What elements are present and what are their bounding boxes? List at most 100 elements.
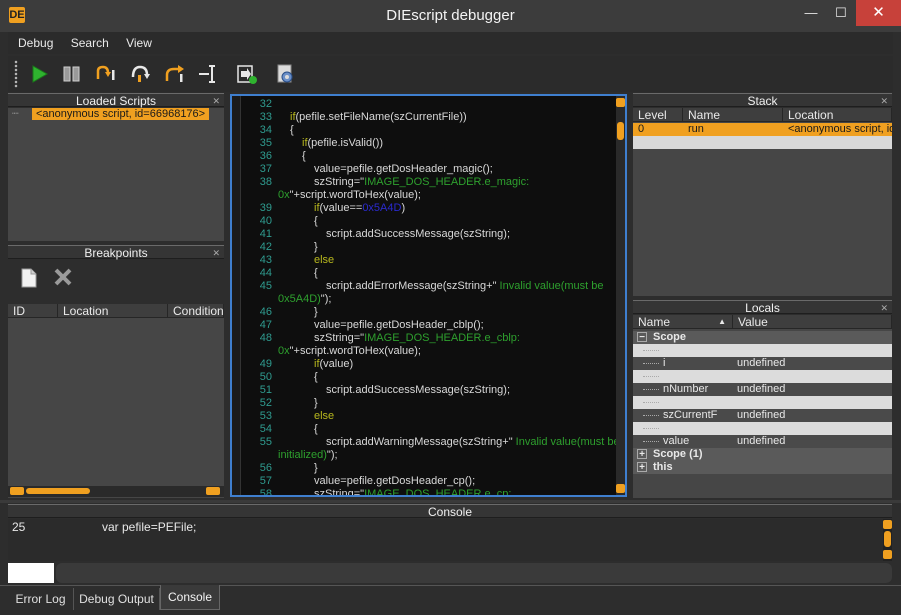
panel-close-icon[interactable]: ✕ [212, 246, 220, 260]
close-button[interactable]: ✕ [856, 0, 901, 26]
maximize-button[interactable]: ☐ [826, 0, 856, 26]
tab-debug-output[interactable]: Debug Output [74, 588, 160, 610]
scroll-thumb[interactable] [884, 531, 891, 547]
column-header-condition[interactable]: Condition [168, 304, 224, 318]
settings-icon[interactable] [274, 63, 296, 85]
panel-close-icon[interactable]: ✕ [880, 94, 888, 108]
code-line[interactable]: 52} [246, 397, 318, 410]
code-line[interactable]: 49 if(value) [246, 358, 353, 371]
code-token: 0x [278, 345, 290, 357]
console-hscrollbar[interactable] [56, 563, 892, 583]
scroll-up-arrow[interactable] [616, 98, 625, 107]
column-header-level[interactable]: Level [633, 108, 683, 122]
locals-row[interactable]: + this [633, 461, 892, 474]
scroll-thumb[interactable] [26, 488, 90, 494]
step-over-icon[interactable] [95, 63, 117, 85]
run-to-cursor-icon[interactable] [197, 63, 219, 85]
code-line[interactable]: 53 else [246, 410, 334, 423]
locals-row[interactable]: − Scope [633, 331, 892, 344]
code-line[interactable]: 47 value=pefile.getDosHeader_cblp(); [246, 319, 484, 332]
code-line[interactable]: 57 value=pefile.getDosHeader_cp(); [246, 475, 475, 488]
code-line[interactable]: 39 if(value==0x5A4D) [246, 202, 405, 215]
collapse-icon[interactable]: − [637, 332, 647, 343]
insert-breakpoint-icon[interactable] [236, 63, 258, 85]
column-header-location[interactable]: Location [58, 304, 168, 318]
code-line[interactable]: 55 script.addWarningMessage(szString+" In… [246, 436, 620, 449]
expand-icon[interactable]: + [637, 449, 647, 460]
locals-row[interactable]: nNumber undefined [633, 383, 892, 396]
code-line[interactable]: 42} [246, 241, 318, 254]
code-editor[interactable]: 32 33 if(pefile.setFileName(szCurrentFile)… [230, 94, 627, 497]
console-output[interactable]: 25 var pefile=PEFile; [8, 519, 892, 561]
code-line[interactable]: 45 script.addErrorMessage(szString+" Inva… [246, 280, 604, 293]
menu-view[interactable]: View [116, 32, 152, 54]
editor-vscrollbar[interactable] [616, 96, 625, 495]
column-header-name[interactable]: Name ▲ [633, 315, 733, 329]
scroll-up-arrow[interactable] [883, 520, 892, 529]
minimize-button[interactable]: — [796, 0, 826, 26]
delete-breakpoint-icon[interactable] [53, 267, 73, 287]
console-input[interactable] [8, 563, 54, 583]
code-line[interactable]: 35 if(pefile.isValid()) [246, 137, 383, 150]
scroll-thumb[interactable] [617, 122, 624, 140]
locals-row[interactable]: + Scope (1) [633, 448, 892, 461]
breakpoint-gutter[interactable] [232, 96, 241, 495]
code-line[interactable]: 40 { [246, 215, 318, 228]
code-line[interactable]: 36 { [246, 150, 306, 163]
step-out-icon[interactable] [163, 63, 185, 85]
toolbar-grip[interactable] [14, 60, 18, 88]
code-line[interactable]: 34 { [246, 124, 294, 137]
column-header-location[interactable]: Location [783, 108, 892, 122]
locals-row[interactable]: value undefined [633, 435, 892, 448]
code-line[interactable]: 32 [246, 98, 278, 111]
scroll-down-arrow[interactable] [616, 484, 625, 493]
panel-close-icon[interactable]: ✕ [880, 301, 888, 315]
locals-row[interactable] [633, 396, 892, 409]
code-line[interactable]: 0x"+script.wordToHex(value); [246, 189, 421, 202]
new-breakpoint-icon[interactable] [20, 268, 38, 288]
code-line[interactable]: 51 script.addSuccessMessage(szString); [246, 384, 510, 397]
run-icon[interactable] [28, 63, 50, 85]
panel-close-icon[interactable]: ✕ [212, 94, 220, 108]
column-header-id[interactable]: ID [8, 304, 58, 318]
column-header-value[interactable]: Value [733, 315, 892, 329]
locals-row[interactable] [633, 422, 892, 435]
code-line[interactable]: 33 if(pefile.setFileName(szCurrentFile)) [246, 111, 467, 124]
expand-icon[interactable]: + [637, 462, 647, 473]
code-line[interactable]: 48 szString="IMAGE_DOS_HEADER.e_cblp: [246, 332, 520, 345]
menu-debug[interactable]: Debug [8, 32, 53, 54]
locals-row[interactable] [633, 344, 892, 357]
code-line[interactable]: 0x5A4D)"); [246, 293, 331, 306]
locals-row[interactable] [633, 370, 892, 383]
menu-search[interactable]: Search [61, 32, 109, 54]
step-into-icon[interactable] [129, 63, 151, 85]
code-line[interactable]: 56} [246, 462, 318, 475]
stack-row[interactable]: 0 run <anonymous script, id [633, 123, 892, 136]
code-line[interactable]: 0x"+script.wordToHex(value); [246, 345, 421, 358]
code-line[interactable]: 44 { [246, 267, 318, 280]
code-line[interactable]: 54 { [246, 423, 318, 436]
code-line[interactable]: 58 szString="IMAGE_DOS_HEADER.e_cp: [246, 488, 512, 495]
tab-console[interactable]: Console [160, 585, 220, 610]
pause-icon[interactable] [61, 63, 83, 85]
code-line[interactable]: 38 szString="IMAGE_DOS_HEADER.e_magic: [246, 176, 529, 189]
breakpoints-hscrollbar[interactable] [8, 486, 224, 497]
tab-error-log[interactable]: Error Log [8, 588, 74, 610]
locals-row[interactable]: szCurrentF undefined [633, 409, 892, 422]
code-line[interactable]: 46} [246, 306, 318, 319]
scroll-left-arrow[interactable] [10, 487, 24, 495]
code-line[interactable]: 43 else [246, 254, 334, 267]
code-line[interactable]: 37 value=pefile.getDosHeader_magic(); [246, 163, 493, 176]
scroll-right-arrow[interactable] [206, 487, 220, 495]
code-line[interactable]: 50 { [246, 371, 318, 384]
stack-row-empty[interactable] [633, 136, 892, 149]
console-vscrollbar[interactable] [883, 519, 892, 561]
line-number: 55 [259, 436, 272, 448]
code-line[interactable]: 41 script.addSuccessMessage(szString); [246, 228, 510, 241]
code-line[interactable]: initialized)"); [246, 449, 338, 462]
column-header-name[interactable]: Name [683, 108, 783, 122]
horizontal-splitter[interactable] [0, 500, 901, 503]
locals-row[interactable]: i undefined [633, 357, 892, 370]
loaded-script-item[interactable]: ┈ <anonymous script, id=66968176> [8, 108, 222, 121]
scroll-down-arrow[interactable] [883, 550, 892, 559]
